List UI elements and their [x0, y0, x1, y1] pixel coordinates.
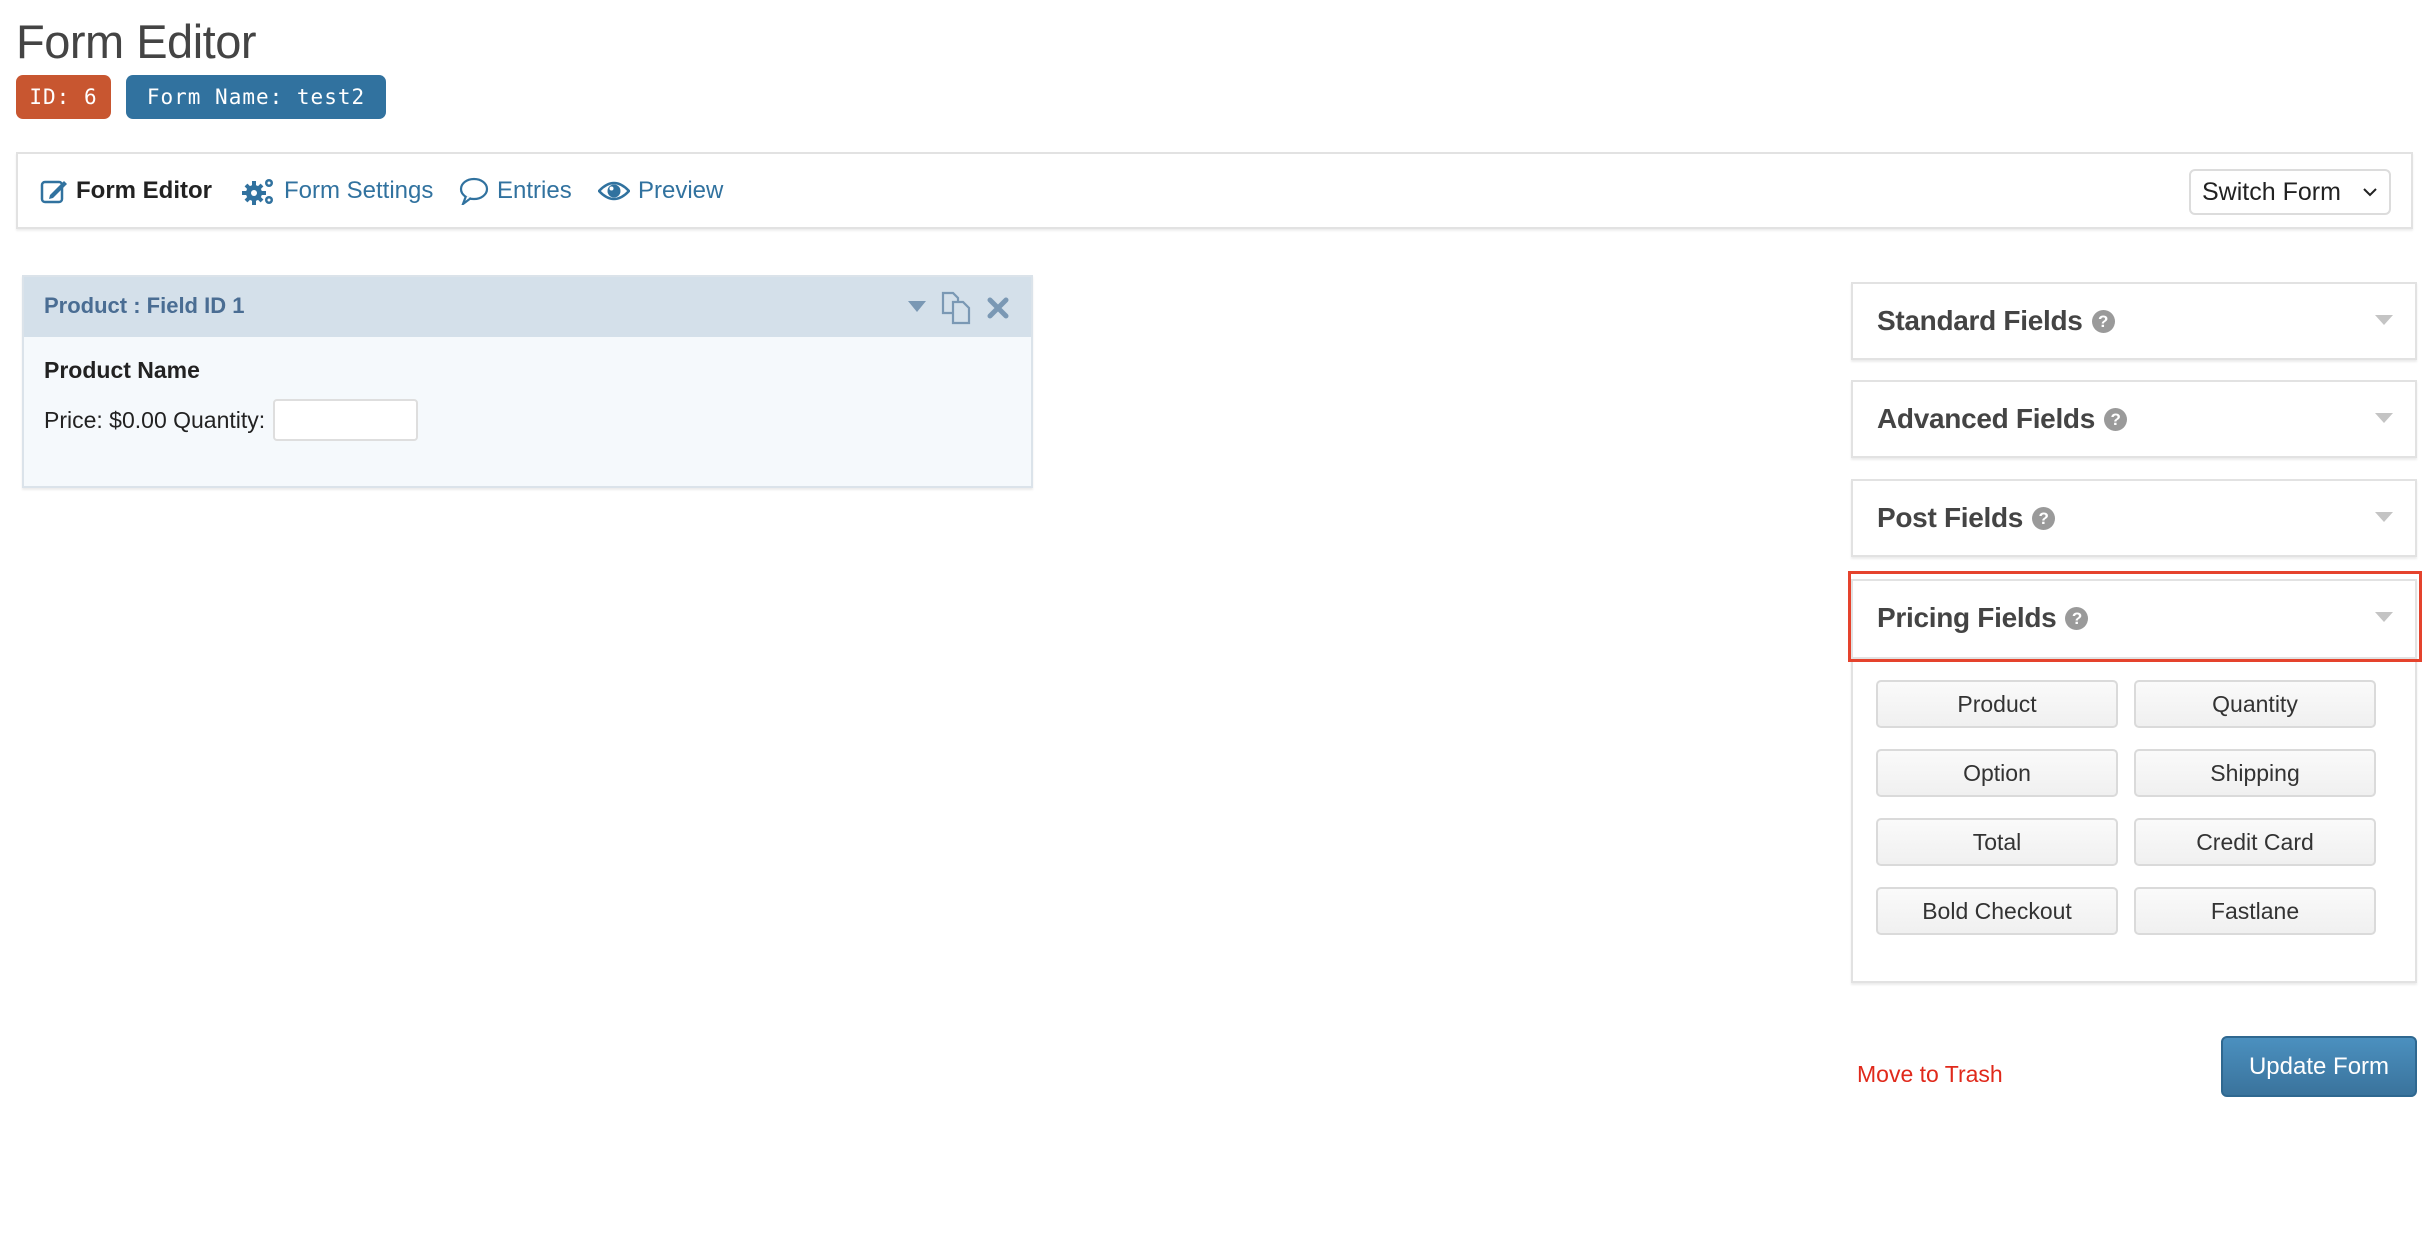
nav-entries-label: Entries	[497, 176, 572, 204]
field-label: Product Name	[44, 357, 200, 383]
eye-icon	[598, 181, 630, 200]
form-toolbar: Form Editor Form Settings Entries Previe…	[16, 152, 2413, 229]
gears-icon	[242, 178, 273, 205]
nav-form-editor-label: Form Editor	[76, 176, 212, 204]
nav-form-editor[interactable]: Form Editor	[40, 154, 212, 227]
nav-form-settings-label: Form Settings	[284, 176, 434, 204]
highlight-box	[1848, 571, 2422, 662]
comment-icon	[459, 177, 489, 205]
panel-post-title: Post Fields	[1877, 502, 2024, 533]
form-name-badge: Form Name: test2	[126, 75, 386, 119]
help-icon[interactable]: ?	[2032, 506, 2056, 530]
price-quantity-text: Price: $0.00 Quantity:	[44, 406, 266, 433]
chevron-down-icon	[2363, 188, 2377, 197]
field-price-row: Price: $0.00 Quantity:	[44, 399, 419, 441]
duplicate-icon[interactable]	[939, 291, 973, 325]
field-header[interactable]: Product : Field ID 1	[24, 277, 1031, 337]
edit-icon	[40, 180, 67, 203]
switch-form-select[interactable]: Switch Form	[2189, 169, 2391, 215]
field-product[interactable]: Product : Field ID 1 Product Name Price:…	[22, 275, 1033, 488]
add-bold-checkout-field-button[interactable]: Bold Checkout	[1876, 887, 2118, 935]
delete-x-icon[interactable]	[987, 297, 1009, 319]
nav-entries[interactable]: Entries	[459, 154, 572, 227]
add-product-field-button[interactable]: Product	[1876, 680, 2118, 728]
collapse-caret-icon[interactable]	[908, 301, 926, 313]
panel-standard-fields[interactable]: Standard Fields?	[1851, 282, 2417, 360]
panel-post-fields[interactable]: Post Fields?	[1851, 479, 2417, 557]
nav-preview[interactable]: Preview	[598, 154, 723, 227]
add-shipping-field-button[interactable]: Shipping	[2134, 749, 2376, 797]
page-title: Form Editor	[16, 15, 257, 68]
help-icon[interactable]: ?	[2104, 407, 2128, 431]
nav-preview-label: Preview	[638, 176, 724, 204]
add-quantity-field-button[interactable]: Quantity	[2134, 680, 2376, 728]
caret-down-icon	[2375, 413, 2393, 423]
caret-down-icon	[2375, 512, 2393, 522]
update-form-button[interactable]: Update Form	[2221, 1036, 2417, 1097]
field-title: Product : Field ID 1	[44, 293, 245, 318]
add-credit-card-field-button[interactable]: Credit Card	[2134, 818, 2376, 866]
add-option-field-button[interactable]: Option	[1876, 749, 2118, 797]
panel-advanced-fields[interactable]: Advanced Fields?	[1851, 380, 2417, 458]
caret-down-icon	[2375, 315, 2393, 325]
panel-advanced-title: Advanced Fields	[1877, 403, 2096, 434]
panel-standard-title: Standard Fields	[1877, 305, 2083, 336]
form-id-badge: ID: 6	[16, 75, 111, 119]
add-total-field-button[interactable]: Total	[1876, 818, 2118, 866]
switch-form-label: Switch Form	[2202, 177, 2341, 206]
move-to-trash-link[interactable]: Move to Trash	[1857, 1061, 2003, 1088]
quantity-input[interactable]	[273, 399, 419, 441]
nav-form-settings[interactable]: Form Settings	[242, 154, 433, 227]
help-icon[interactable]: ?	[2091, 309, 2115, 333]
add-fastlane-field-button[interactable]: Fastlane	[2134, 887, 2376, 935]
